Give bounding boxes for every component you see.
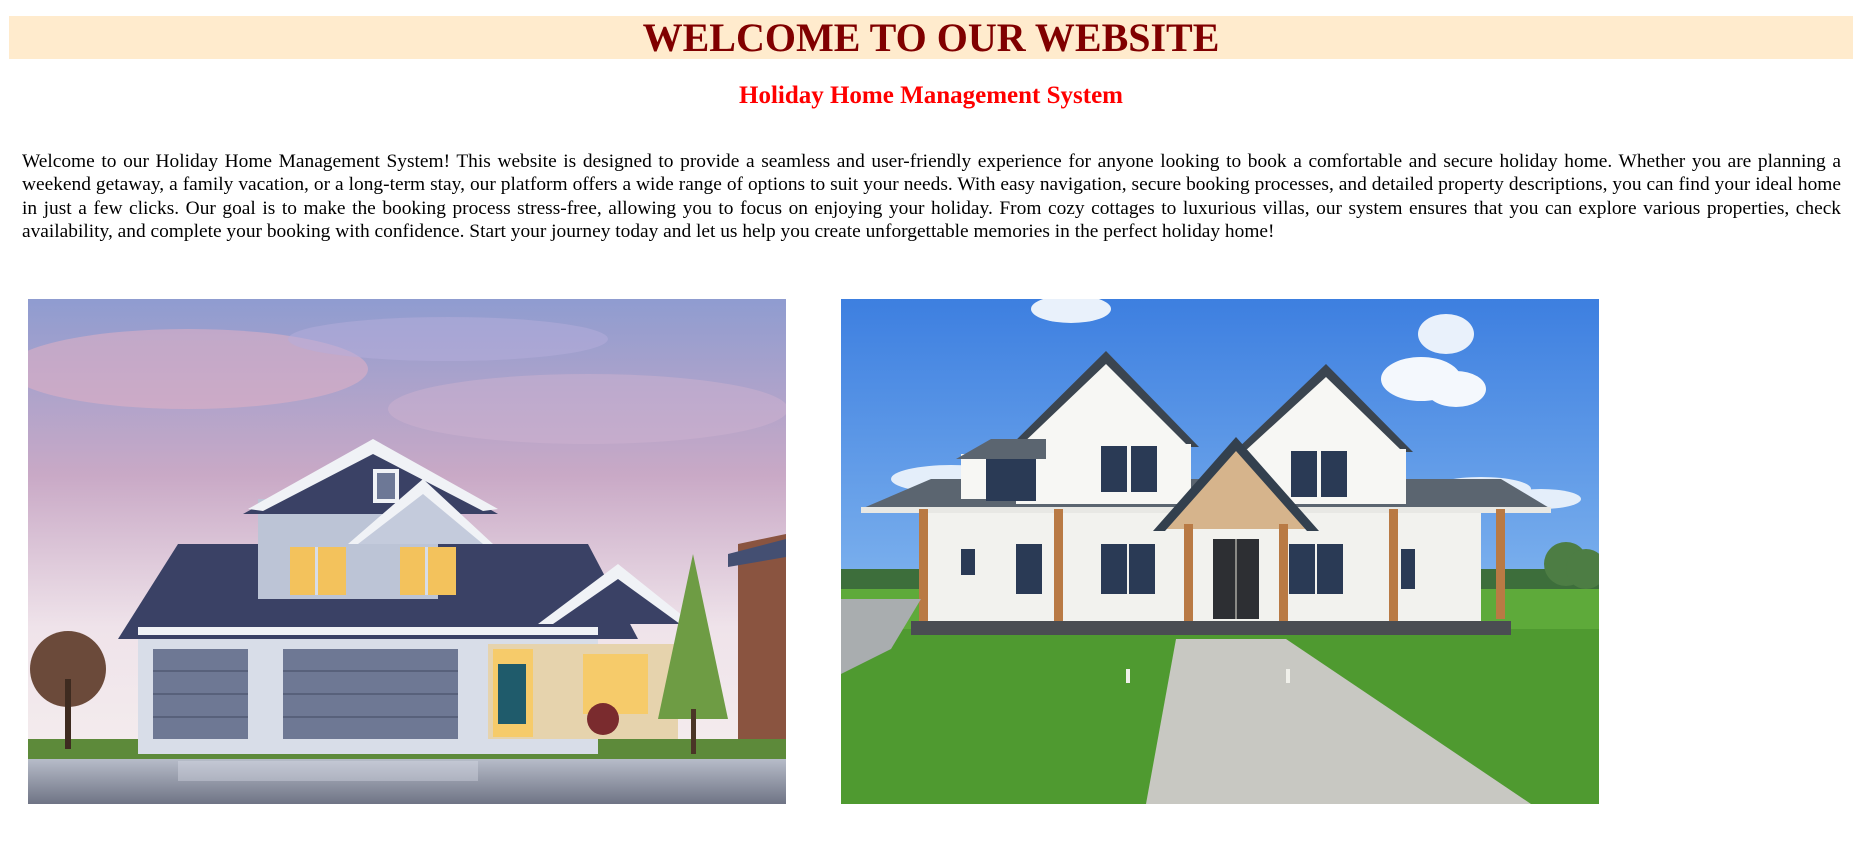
intro-paragraph: Welcome to our Holiday Home Management S… [22,151,1841,242]
house-photo-farmhouse [841,299,1599,804]
page-title: WELCOME TO OUR WEBSITE [642,15,1220,60]
header-banner: WELCOME TO OUR WEBSITE [9,16,1853,59]
page-subtitle: Holiday Home Management System [739,82,1123,109]
house-dusk-illustration [28,299,786,804]
house-photo-dusk [28,299,786,804]
house-farmhouse-illustration [841,299,1599,804]
